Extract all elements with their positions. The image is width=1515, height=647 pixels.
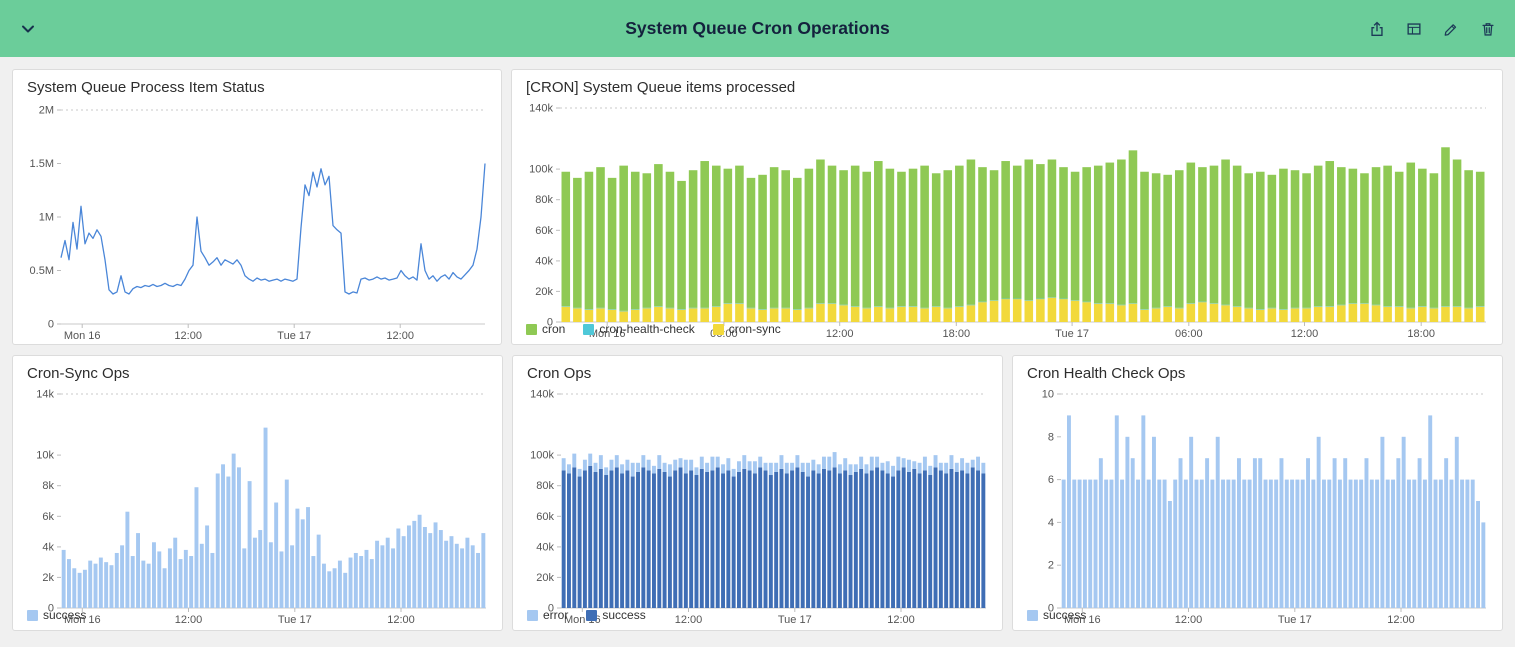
chart-process-item-status[interactable]: 0 0.5M 1M 1.5M 2M Mon 16 12:00 Tue 17 12:00	[17, 100, 497, 344]
legend-label: success	[1043, 608, 1086, 622]
legend-label: cron-sync	[729, 322, 781, 336]
panel-title: [CRON] System Queue items processed	[512, 70, 1502, 96]
svg-text:20k: 20k	[536, 572, 554, 584]
legend-swatch	[586, 610, 597, 621]
svg-text:40k: 40k	[536, 541, 554, 553]
legend-item-success[interactable]: success	[27, 608, 86, 622]
svg-text:0: 0	[48, 318, 54, 330]
dashboard-body: System Queue Process Item Status 0 0.5M 1M…	[0, 57, 1515, 643]
chart-legend: cron cron-health-check cron-sync	[512, 319, 1502, 344]
svg-text:8k: 8k	[42, 480, 54, 492]
panel-title: Cron Health Check Ops	[1013, 356, 1502, 382]
svg-text:4k: 4k	[42, 541, 54, 553]
svg-text:6k: 6k	[42, 511, 54, 523]
legend-item-error[interactable]: error	[527, 608, 568, 622]
chart-cron-sync-ops[interactable]: 02k4k6k8k10k14kMon 1612:00Tue 1712:00	[17, 384, 498, 605]
svg-text:2M: 2M	[39, 104, 54, 116]
chart-legend: error success	[513, 605, 1002, 630]
svg-text:100k: 100k	[530, 450, 554, 462]
legend-label: cron-health-check	[599, 322, 694, 336]
svg-text:80k: 80k	[535, 194, 553, 206]
dashboard-header: System Queue Cron Operations	[0, 0, 1515, 57]
share-icon[interactable]	[1366, 18, 1388, 40]
legend-item-cron-health-check[interactable]: cron-health-check	[583, 322, 694, 336]
panel-title: Cron-Sync Ops	[13, 356, 502, 382]
dashboard: System Queue Cron Operations System Queu…	[0, 0, 1515, 647]
edit-icon[interactable]	[1440, 18, 1462, 40]
panel-cron-health-check-ops: Cron Health Check Ops 0246810Mon 1612:00…	[1012, 355, 1503, 631]
svg-text:10k: 10k	[36, 450, 54, 462]
legend-item-success[interactable]: success	[1027, 608, 1086, 622]
chart-legend: success	[1013, 605, 1502, 630]
svg-text:140k: 140k	[529, 103, 553, 115]
legend-swatch	[27, 610, 38, 621]
svg-text:100k: 100k	[529, 164, 553, 176]
chart-cron-items-processed[interactable]: 020k40k60k80k100k140kMon 1606:0012:0018:…	[516, 98, 1498, 319]
svg-text:2: 2	[1048, 560, 1054, 572]
legend-swatch	[527, 610, 538, 621]
chart-legend: success	[13, 605, 502, 630]
panel-cron-items-processed: [CRON] System Queue items processed 020k…	[511, 69, 1503, 345]
svg-text:Tue 17: Tue 17	[277, 330, 311, 342]
header-actions	[1366, 18, 1499, 40]
panel-title: System Queue Process Item Status	[13, 70, 501, 98]
svg-text:140k: 140k	[530, 389, 554, 401]
svg-text:0.5M: 0.5M	[30, 265, 54, 277]
svg-text:10: 10	[1042, 389, 1054, 401]
svg-text:14k: 14k	[36, 389, 54, 401]
svg-text:8: 8	[1048, 431, 1054, 443]
legend-label: success	[43, 608, 86, 622]
panel-cron-ops: Cron Ops 020k40k60k80k100k140kMon 1612:0…	[512, 355, 1003, 631]
chart-cron-health-check-ops[interactable]: 0246810Mon 1612:00Tue 1712:00	[1017, 384, 1498, 605]
chart-cron-ops[interactable]: 020k40k60k80k100k140kMon 1612:00Tue 1712…	[517, 384, 998, 605]
legend-swatch	[583, 324, 594, 335]
svg-text:12:00: 12:00	[174, 330, 202, 342]
legend-label: success	[602, 608, 645, 622]
svg-text:2k: 2k	[42, 572, 54, 584]
chevron-down-icon[interactable]	[16, 17, 40, 41]
svg-text:6: 6	[1048, 474, 1054, 486]
svg-text:80k: 80k	[536, 480, 554, 492]
legend-swatch	[526, 324, 537, 335]
legend-label: error	[543, 608, 568, 622]
legend-label: cron	[542, 322, 565, 336]
svg-text:1.5M: 1.5M	[30, 158, 54, 170]
svg-text:60k: 60k	[535, 225, 553, 237]
panel-title: Cron Ops	[513, 356, 1002, 382]
svg-text:Mon 16: Mon 16	[64, 330, 101, 342]
svg-text:40k: 40k	[535, 255, 553, 267]
legend-item-cron-sync[interactable]: cron-sync	[713, 322, 781, 336]
svg-text:60k: 60k	[536, 511, 554, 523]
panel-cron-sync-ops: Cron-Sync Ops 02k4k6k8k10k14kMon 1612:00…	[12, 355, 503, 631]
svg-text:12:00: 12:00	[386, 330, 414, 342]
legend-item-cron[interactable]: cron	[526, 322, 565, 336]
legend-item-success[interactable]: success	[586, 608, 645, 622]
svg-text:20k: 20k	[535, 286, 553, 298]
legend-swatch	[713, 324, 724, 335]
panel-process-item-status: System Queue Process Item Status 0 0.5M 1M…	[12, 69, 502, 345]
dashboard-title: System Queue Cron Operations	[625, 18, 890, 39]
table-icon[interactable]	[1403, 18, 1425, 40]
trash-icon[interactable]	[1477, 18, 1499, 40]
svg-text:1M: 1M	[39, 211, 54, 223]
legend-swatch	[1027, 610, 1038, 621]
svg-text:4: 4	[1048, 517, 1054, 529]
